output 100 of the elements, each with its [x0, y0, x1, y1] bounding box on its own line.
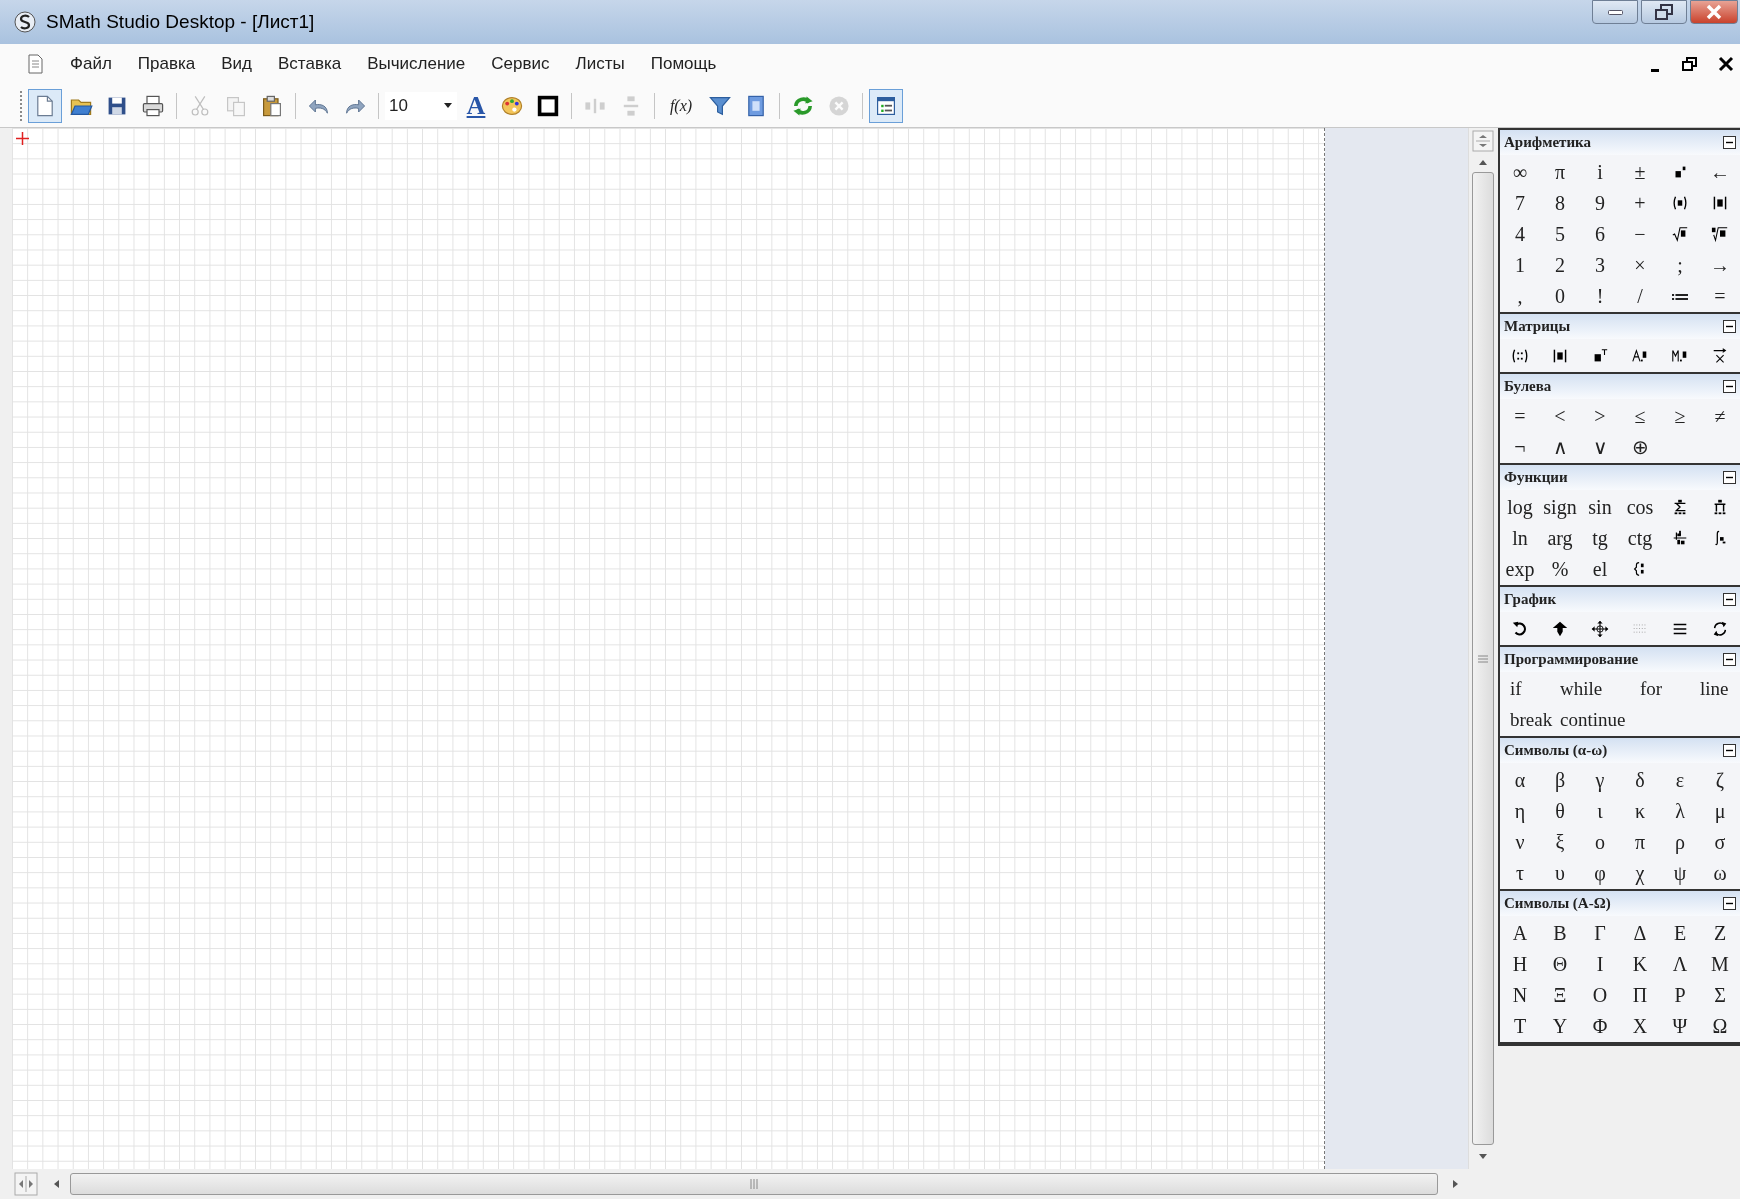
restore-icon[interactable]: [1682, 56, 1698, 72]
symbol-button[interactable]: Ε: [1660, 917, 1700, 948]
symbol-button[interactable]: Χ: [1620, 1010, 1660, 1041]
symbol-button[interactable]: sin: [1580, 491, 1620, 522]
symbol-button[interactable]: ζ: [1700, 764, 1740, 795]
symbol-button[interactable]: ≥: [1660, 400, 1700, 431]
symbol-button[interactable]: α: [1500, 764, 1540, 795]
collapse-icon[interactable]: [1723, 897, 1736, 910]
symbol-button[interactable]: arg: [1540, 522, 1580, 553]
section-header[interactable]: Символы (Α-Ω): [1500, 891, 1740, 916]
symbol-button[interactable]: ←: [1700, 156, 1740, 187]
keyword-button[interactable]: line: [1694, 673, 1740, 704]
derivative-icon[interactable]: [1671, 528, 1689, 547]
menu-item[interactable]: Вычисление: [357, 49, 476, 79]
collapse-icon[interactable]: [1723, 653, 1736, 666]
symbol-button[interactable]: Θ: [1540, 948, 1580, 979]
symbol-button[interactable]: ω: [1700, 857, 1740, 888]
nth-root-icon[interactable]: [1711, 224, 1729, 243]
scrollbar-thumb[interactable]: [70, 1173, 1438, 1195]
symbol-button[interactable]: ∨: [1580, 431, 1620, 462]
symbol-button[interactable]: ο: [1580, 826, 1620, 857]
four-way-arrow-icon[interactable]: [1591, 619, 1609, 638]
symbol-button[interactable]: β: [1540, 764, 1580, 795]
symbol-button[interactable]: σ: [1700, 826, 1740, 857]
symbol-button[interactable]: %: [1540, 553, 1580, 584]
symbol-button[interactable]: π: [1540, 156, 1580, 187]
collapse-icon[interactable]: [1723, 593, 1736, 606]
symbol-button[interactable]: tg: [1580, 522, 1620, 553]
symbol-button[interactable]: Υ: [1540, 1010, 1580, 1041]
symbol-button[interactable]: ,: [1500, 280, 1540, 311]
symbol-button[interactable]: ν: [1500, 826, 1540, 857]
square-root-icon[interactable]: [1671, 224, 1689, 243]
symbol-button[interactable]: κ: [1620, 795, 1660, 826]
scroll-right-icon[interactable]: [1452, 1178, 1460, 1190]
section-header[interactable]: Булева: [1500, 374, 1740, 399]
symbol-button[interactable]: Τ: [1500, 1010, 1540, 1041]
circular-arrows-icon[interactable]: [1711, 619, 1729, 638]
symbol-button[interactable]: Π: [1620, 979, 1660, 1010]
symbol-button[interactable]: ∞: [1500, 156, 1540, 187]
symbol-button[interactable]: δ: [1620, 764, 1660, 795]
symbol-button[interactable]: i: [1580, 156, 1620, 187]
symbol-button[interactable]: Ν: [1500, 979, 1540, 1010]
section-header[interactable]: Матрицы: [1500, 314, 1740, 339]
symbol-button[interactable]: Σ: [1700, 979, 1740, 1010]
symbol-button[interactable]: ε: [1660, 764, 1700, 795]
symbol-button[interactable]: Ψ: [1660, 1010, 1700, 1041]
scroll-up-icon[interactable]: [1476, 158, 1489, 166]
rotate-arrow-icon[interactable]: [1511, 619, 1529, 638]
close-button[interactable]: [1690, 0, 1738, 24]
symbol-button[interactable]: ξ: [1540, 826, 1580, 857]
menu-item[interactable]: Файл: [60, 49, 122, 79]
menu-item[interactable]: Листы: [565, 49, 635, 79]
symbol-button[interactable]: >: [1580, 400, 1620, 431]
symbol-button[interactable]: exp: [1500, 553, 1540, 584]
section-header[interactable]: График: [1500, 587, 1740, 612]
bold-up-arrow-icon[interactable]: [1551, 619, 1569, 638]
symbol-button[interactable]: π: [1620, 826, 1660, 857]
collapse-icon[interactable]: [1723, 136, 1736, 149]
split-handle-icon[interactable]: [1471, 130, 1494, 152]
symbol-button[interactable]: ι: [1580, 795, 1620, 826]
symbol-button[interactable]: sign: [1540, 491, 1580, 522]
vertical-scrollbar[interactable]: [1468, 128, 1496, 1169]
symbol-button[interactable]: ⊕: [1620, 431, 1660, 462]
symbol-button[interactable]: /: [1620, 280, 1660, 311]
symbol-button[interactable]: χ: [1620, 857, 1660, 888]
symbol-button[interactable]: 9: [1580, 187, 1620, 218]
symbol-button[interactable]: Ι: [1580, 948, 1620, 979]
keyword-button[interactable]: if: [1504, 673, 1554, 704]
collapse-icon[interactable]: [1723, 320, 1736, 333]
symbol-button[interactable]: Η: [1500, 948, 1540, 979]
symbol-button[interactable]: 5: [1540, 218, 1580, 249]
symbol-button[interactable]: λ: [1660, 795, 1700, 826]
symbol-button[interactable]: μ: [1700, 795, 1740, 826]
symbol-button[interactable]: =: [1700, 280, 1740, 311]
keyword-button[interactable]: for: [1634, 673, 1694, 704]
symbol-button[interactable]: 4: [1500, 218, 1540, 249]
symbol-button[interactable]: Α: [1500, 917, 1540, 948]
symbol-button[interactable]: Ω: [1700, 1010, 1740, 1041]
font-size-dropdown[interactable]: 10: [385, 91, 457, 120]
symbol-button[interactable]: =: [1500, 400, 1540, 431]
scroll-left-icon[interactable]: [52, 1178, 60, 1190]
symbol-button[interactable]: Φ: [1580, 1010, 1620, 1041]
symbol-button[interactable]: 8: [1540, 187, 1580, 218]
minimize-button[interactable]: [1592, 0, 1638, 24]
vector-product-icon[interactable]: [1711, 346, 1729, 365]
keyword-button[interactable]: while: [1554, 673, 1634, 704]
keyword-button[interactable]: continue: [1554, 704, 1634, 735]
toolbar-grip[interactable]: [20, 90, 24, 121]
symbol-button[interactable]: 0: [1540, 280, 1580, 311]
menu-item[interactable]: Вставка: [268, 49, 352, 79]
symbol-button[interactable]: Ο: [1580, 979, 1620, 1010]
symbol-button[interactable]: ≤: [1620, 400, 1660, 431]
symbol-button[interactable]: 3: [1580, 249, 1620, 280]
close-icon[interactable]: [1718, 56, 1734, 72]
symbol-button[interactable]: !: [1580, 280, 1620, 311]
symbol-button[interactable]: υ: [1540, 857, 1580, 888]
symbol-button[interactable]: Ρ: [1660, 979, 1700, 1010]
keyword-button[interactable]: break: [1504, 704, 1554, 735]
symbol-button[interactable]: 6: [1580, 218, 1620, 249]
symbol-button[interactable]: el: [1580, 553, 1620, 584]
